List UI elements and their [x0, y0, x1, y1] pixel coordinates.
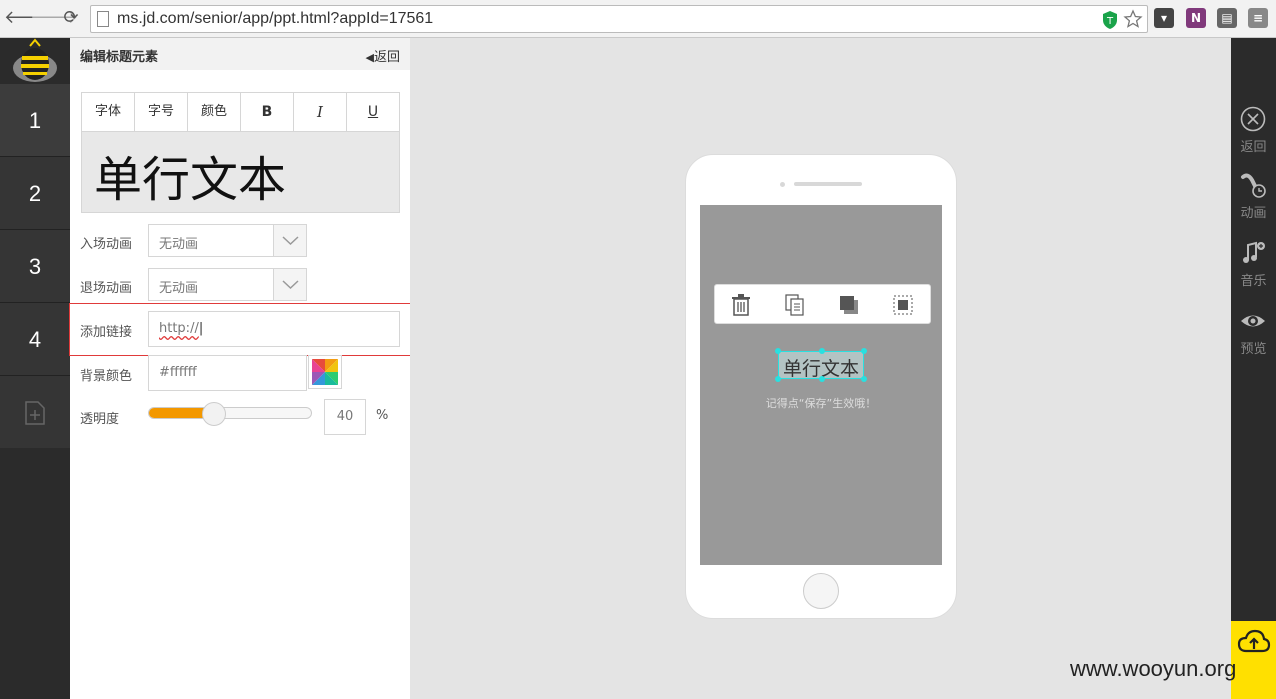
- forward-arrow-icon[interactable]: 🡒: [30, 7, 78, 29]
- panel-title: 编辑标题元素: [80, 50, 159, 65]
- opacity-value-input[interactable]: 40: [324, 399, 366, 435]
- font-size-button[interactable]: 字号: [135, 93, 188, 131]
- address-bar-url: ms.jd.com/senior/app/ppt.html?appId=1756…: [117, 10, 434, 27]
- resize-element-icon[interactable]: [893, 294, 913, 316]
- svg-text:T: T: [1106, 16, 1114, 27]
- add-slide-button[interactable]: [0, 376, 70, 448]
- opacity-unit: %: [376, 408, 389, 423]
- back-label: 返回: [1240, 140, 1267, 155]
- opacity-slider-handle[interactable]: [201, 402, 226, 426]
- address-bar[interactable]: ms.jd.com/senior/app/ppt.html?appId=1756…: [90, 5, 1148, 33]
- animation-button[interactable]: 动画: [1231, 160, 1276, 228]
- font-button[interactable]: 字体: [82, 93, 135, 131]
- exit-animation-value: 无动画: [159, 281, 199, 296]
- star-bookmark-icon[interactable]: [1123, 9, 1143, 29]
- cloud-upload-icon: [1237, 629, 1271, 653]
- slide-thumb-2[interactable]: 2: [0, 157, 70, 230]
- caret-left-icon: ◀: [365, 51, 374, 64]
- page-icon: [97, 11, 109, 27]
- opacity-slider[interactable]: [148, 407, 312, 419]
- resize-handle[interactable]: [861, 376, 867, 382]
- add-page-icon: [25, 401, 45, 425]
- copy-icon[interactable]: [785, 294, 805, 316]
- bg-color-label: 背景颜色: [80, 369, 133, 384]
- element-context-toolbar: [714, 284, 931, 324]
- back-button[interactable]: 返回: [1231, 94, 1276, 162]
- text-preview[interactable]: 单行文本: [81, 131, 400, 213]
- music-note-icon: [1243, 241, 1265, 263]
- slide-thumb-4[interactable]: 4: [0, 303, 70, 376]
- panel-back-link[interactable]: ◀返回: [366, 46, 400, 65]
- animation-clock-icon: [1241, 173, 1266, 198]
- text-format-toolbar: 字体 字号 颜色 B I U: [81, 92, 400, 132]
- layer-order-icon[interactable]: [839, 294, 859, 316]
- link-input-value: http://: [159, 321, 199, 336]
- resize-handle[interactable]: [819, 376, 825, 382]
- enter-animation-value: 无动画: [159, 237, 199, 252]
- preview-label: 预览: [1240, 342, 1267, 357]
- edit-panel: 编辑标题元素 ◀返回 字体 字号 颜色 B I U 单行文本 入场动画 无动画 …: [69, 38, 424, 699]
- shield-extension-icon[interactable]: T: [1101, 10, 1119, 30]
- enter-animation-select[interactable]: 无动画: [148, 224, 307, 257]
- resize-handle[interactable]: [819, 348, 825, 354]
- color-wheel-icon: [312, 359, 338, 385]
- resize-handle[interactable]: [861, 348, 867, 354]
- menu-icon[interactable]: ≡: [1248, 8, 1268, 28]
- slide-screen[interactable]: 单行文本 记得点“保存”生效哦！: [700, 205, 942, 565]
- chevron-down-icon: [273, 269, 306, 300]
- selected-text-element[interactable]: 单行文本: [775, 348, 867, 382]
- font-color-button[interactable]: 颜色: [188, 93, 241, 131]
- phone-speaker: [794, 182, 862, 186]
- italic-button[interactable]: I: [294, 93, 347, 131]
- link-input[interactable]: http://|: [148, 311, 400, 347]
- bee-logo-icon: [0, 38, 70, 84]
- save-hint-text: 记得点“保存”生效哦！: [765, 397, 877, 410]
- color-picker-button[interactable]: [308, 355, 342, 389]
- panel-header: 编辑标题元素 ◀返回: [70, 38, 410, 70]
- eye-icon: [1241, 315, 1265, 327]
- reader-extension-icon[interactable]: ▤: [1217, 8, 1237, 28]
- phone-camera: [780, 182, 785, 187]
- underline-button[interactable]: U: [347, 93, 399, 131]
- music-button[interactable]: 音乐: [1231, 228, 1276, 296]
- opacity-label: 透明度: [80, 412, 120, 427]
- save-button[interactable]: [1231, 621, 1276, 699]
- watermark: www.wooyun.org: [1070, 656, 1237, 681]
- trash-icon[interactable]: [731, 294, 751, 316]
- editor-canvas: 单行文本 记得点“保存”生效哦！: [410, 38, 1231, 699]
- slide-thumb-1[interactable]: 1: [0, 84, 70, 157]
- preview-text: 单行文本: [94, 152, 287, 208]
- browser-toolbar: 🡐 🡒 ⟳ ms.jd.com/senior/app/ppt.html?appI…: [0, 0, 1276, 38]
- right-toolbar: 返回 动画 音乐 预览: [1231, 38, 1276, 699]
- close-circle-icon: [1240, 106, 1266, 132]
- onenote-extension-icon[interactable]: N: [1186, 8, 1206, 28]
- preview-button[interactable]: 预览: [1231, 296, 1276, 364]
- pocket-extension-icon[interactable]: ▾: [1154, 8, 1174, 28]
- back-arrow-icon[interactable]: 🡐: [4, 7, 52, 29]
- phone-home-button: [803, 573, 839, 609]
- slide-thumb-3[interactable]: 3: [0, 230, 70, 303]
- bold-button[interactable]: B: [241, 93, 294, 131]
- resize-handle[interactable]: [775, 376, 781, 382]
- bg-color-input[interactable]: #ffffff: [148, 355, 307, 391]
- exit-animation-label: 退场动画: [80, 281, 133, 296]
- exit-animation-select[interactable]: 无动画: [148, 268, 307, 301]
- resize-handle[interactable]: [775, 348, 781, 354]
- panel-back-label: 返回: [373, 50, 400, 65]
- reload-icon[interactable]: ⟳: [60, 7, 82, 29]
- add-link-label: 添加链接: [80, 325, 133, 340]
- chevron-down-icon: [273, 225, 306, 256]
- phone-frame: 单行文本 记得点“保存”生效哦！: [685, 154, 957, 619]
- enter-animation-label: 入场动画: [80, 237, 133, 252]
- music-label: 音乐: [1240, 274, 1267, 289]
- slide-navigation: 1 2 3 4: [0, 38, 70, 699]
- animation-label: 动画: [1240, 206, 1267, 221]
